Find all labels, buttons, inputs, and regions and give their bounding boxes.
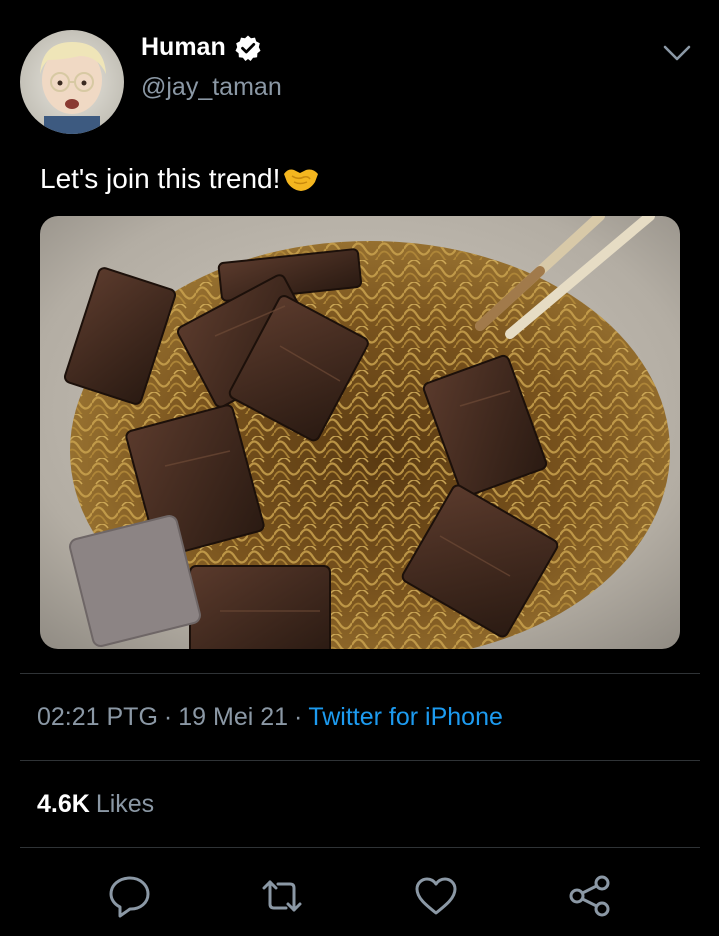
divider [20, 847, 700, 848]
tweet-text-row: Let's join this trend! [40, 163, 320, 195]
author-display-name[interactable]: Human [141, 33, 226, 62]
avatar-image [20, 30, 124, 134]
likes-label: Likes [95, 790, 155, 818]
meta-separator: · [163, 703, 173, 731]
avatar[interactable] [20, 30, 124, 134]
media-photo [40, 216, 680, 649]
likes-count: 4.6K [37, 790, 90, 818]
tweet-media-image[interactable] [40, 216, 680, 649]
divider [20, 673, 700, 674]
reply-button[interactable] [106, 872, 154, 920]
retweet-button[interactable] [258, 872, 306, 920]
share-icon [569, 875, 610, 917]
reply-icon [109, 876, 150, 918]
author-name-row[interactable]: Human [141, 33, 262, 62]
tweet-text: Let's join this trend! [40, 163, 281, 194]
author-handle[interactable]: @jay_taman [141, 73, 282, 102]
tweet-meta: 02:21 PTG · 19 Mei 21 · Twitter for iPhone [37, 703, 503, 732]
tweet-time: 02:21 PTG [37, 703, 158, 731]
meta-separator: · [294, 703, 303, 731]
divider [20, 760, 700, 761]
tweet-source-link[interactable]: Twitter for iPhone [308, 703, 503, 731]
likes-stat[interactable]: 4.6K Likes [37, 790, 154, 819]
share-button[interactable] [566, 872, 614, 920]
tweet-date: 19 Mei 21 [178, 703, 289, 731]
chevron-down-icon [663, 45, 691, 61]
retweet-icon [262, 880, 302, 912]
more-options-button[interactable] [660, 40, 694, 66]
like-icon [415, 877, 457, 915]
handshake-icon [282, 164, 320, 194]
like-button[interactable] [412, 872, 460, 920]
verified-badge-icon [234, 34, 262, 62]
